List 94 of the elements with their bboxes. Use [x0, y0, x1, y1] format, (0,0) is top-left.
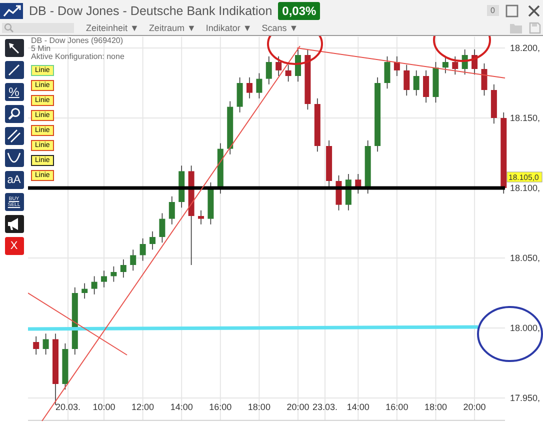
delete-tool[interactable]: X	[4, 237, 24, 255]
menu-dropdown[interactable]: Zeiteinheit ▼	[84, 23, 141, 33]
line-icon	[7, 63, 21, 77]
y-axis-label: 18.000,	[510, 323, 540, 333]
candlestick	[236, 77, 243, 113]
interval-label: 5 Min	[31, 45, 51, 53]
candlestick	[168, 196, 175, 225]
x-axis-label: 18:00	[424, 402, 447, 412]
percent-tool[interactable]: %	[4, 83, 24, 101]
candlestick	[285, 64, 292, 82]
candlestick	[72, 287, 78, 355]
candlestick	[82, 282, 88, 299]
candlestick	[355, 174, 362, 194]
candlestick	[413, 70, 420, 96]
candlestick	[423, 70, 430, 103]
candlestick	[217, 142, 224, 194]
menu-dropdown[interactable]: Scans ▼	[260, 23, 300, 33]
candlestick	[62, 343, 68, 390]
candlestick	[150, 231, 156, 250]
instrument-label: DB - Dow Jones (969420)	[31, 37, 124, 45]
y-axis-label: 18.100,	[510, 183, 540, 193]
x-axis-label: 10:00	[92, 402, 116, 412]
search-field[interactable]	[2, 23, 74, 33]
y-axis-label: 17.950,	[510, 393, 540, 403]
magnifier-tool[interactable]	[4, 105, 24, 123]
x-axis-label: 14:00	[170, 402, 193, 412]
candlestick	[384, 56, 390, 89]
pointer-tool[interactable]	[4, 39, 24, 57]
candlestick	[404, 64, 410, 96]
candlestick	[266, 56, 272, 85]
candlestick	[101, 270, 107, 288]
x-axis-label: 14:00	[346, 402, 370, 412]
date-label: 23.03.	[312, 402, 338, 412]
maximize-icon[interactable]	[505, 4, 519, 18]
curve-icon	[7, 151, 21, 165]
text-tool[interactable]: aA	[4, 171, 24, 189]
candlestick	[345, 174, 352, 211]
ellipse-marker[interactable]	[477, 306, 543, 362]
candlestick	[140, 238, 146, 262]
candlestick	[42, 333, 49, 355]
candlestick	[227, 100, 234, 155]
y-axis-label: 18.200,	[510, 43, 540, 53]
candlestick	[432, 62, 439, 103]
candlestick	[326, 140, 332, 187]
curve-tool[interactable]	[4, 149, 24, 167]
y-axis-label: 18.050,	[510, 253, 540, 263]
candlestick	[208, 182, 214, 225]
change-badge: 0,03%	[278, 2, 320, 20]
magnifier-icon	[7, 107, 21, 121]
candlestick	[256, 72, 262, 99]
x-axis-label: 20:00	[286, 402, 310, 412]
x-axis-label: 18:00	[248, 402, 270, 412]
arrow-icon	[7, 41, 21, 55]
close-icon[interactable]	[527, 4, 541, 18]
chart-logo-icon	[0, 2, 23, 18]
candlestick	[246, 77, 252, 99]
horizontal-line[interactable]	[28, 186, 505, 190]
y-axis-label: 18.150,	[510, 113, 540, 123]
candlestick	[91, 276, 98, 295]
candlestick	[110, 266, 117, 282]
x-axis-label: 16:00	[386, 402, 408, 412]
candlestick	[472, 49, 478, 75]
candlestick	[394, 56, 400, 76]
candlestick	[304, 49, 311, 110]
menu-dropdown[interactable]: Zeitraum ▼	[146, 23, 198, 33]
parallel-lines-icon	[7, 129, 21, 143]
candlestick	[198, 210, 204, 225]
x-axis-label: 20:00	[463, 402, 486, 412]
candlestick	[33, 336, 40, 355]
parallel-lines-tool[interactable]	[4, 127, 24, 145]
line-tool[interactable]	[4, 61, 24, 79]
menu-dropdown[interactable]: Indikator ▼	[204, 23, 254, 33]
candlestick	[120, 259, 126, 278]
candlestick	[295, 49, 301, 82]
candlestick	[130, 249, 136, 271]
x-axis-label: 16:00	[209, 402, 232, 412]
candlestick	[442, 56, 448, 74]
candlestick	[481, 63, 488, 96]
candlestick	[462, 49, 468, 75]
window-title: DB - Dow Jones - Deutsche Bank Indikation	[29, 4, 272, 18]
date-label: 20.03.	[55, 402, 81, 412]
candlestick	[276, 56, 282, 76]
search-icon	[4, 23, 14, 33]
candlestick	[452, 56, 458, 75]
candlestick	[159, 212, 166, 243]
configuration-label: Aktive Konfiguration: none	[31, 53, 124, 61]
candlestick	[178, 165, 185, 208]
candlestick	[314, 98, 320, 152]
megaphone-tool[interactable]	[4, 215, 24, 233]
candlestick	[364, 140, 371, 194]
x-axis-label: 12:00	[132, 402, 154, 412]
count-badge: 0	[486, 5, 499, 16]
candlestick	[336, 175, 342, 211]
candlestick	[490, 84, 497, 124]
